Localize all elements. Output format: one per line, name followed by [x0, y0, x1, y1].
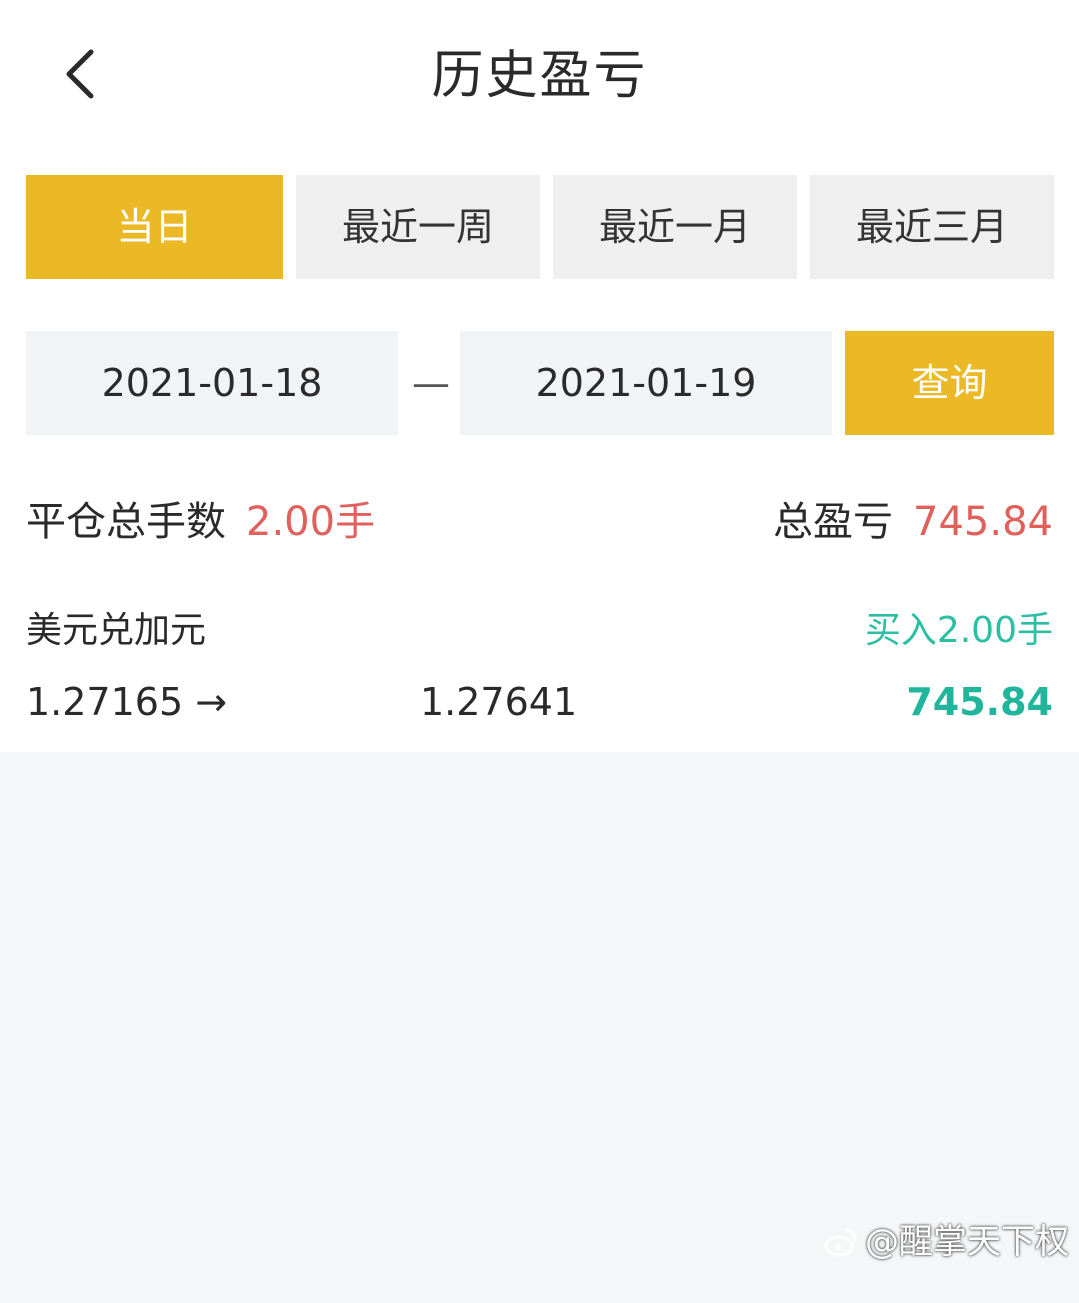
arrow-right-icon: →	[195, 680, 228, 724]
weibo-logo-icon	[824, 1228, 857, 1257]
top-panel: 历史盈亏 当日 最近一周 最近一月 最近三月 2021-01-18 — 2021…	[0, 0, 1079, 752]
page-title: 历史盈亏	[431, 46, 648, 106]
trade-symbol: 美元兑加元	[26, 610, 207, 651]
trade-pnl: 745.84	[906, 680, 1053, 724]
end-date-field[interactable]: 2021-01-19	[460, 331, 832, 435]
tab-last-week[interactable]: 最近一周	[296, 175, 540, 279]
trade-close-price: 1.27641	[420, 680, 578, 724]
tab-today[interactable]: 当日	[26, 175, 283, 279]
query-button[interactable]: 查询	[845, 331, 1054, 435]
tab-last-month[interactable]: 最近一月	[553, 175, 797, 279]
watermark-text: @醒掌天下权	[865, 1222, 1069, 1262]
trade-open-price: 1.27165 →	[26, 676, 227, 728]
closed-lots-summary: 平仓总手数 2.00手	[26, 494, 375, 550]
closed-lots-label: 平仓总手数	[26, 499, 226, 545]
total-pnl-value: 745.84	[913, 499, 1053, 545]
closed-lots-value: 2.00手	[246, 499, 376, 545]
date-range-separator: —	[412, 361, 450, 405]
total-pnl-summary: 总盈亏 745.84	[773, 494, 1053, 550]
watermark: @醒掌天下权	[823, 1218, 1069, 1266]
period-tabs: 当日 最近一周 最近一月 最近三月	[26, 175, 1055, 279]
open-price-value: 1.27165	[26, 680, 184, 724]
trade-side: 买入2.00手	[864, 610, 1053, 651]
total-pnl-label: 总盈亏	[773, 499, 894, 545]
tab-last-three-months[interactable]: 最近三月	[810, 175, 1054, 279]
start-date-field[interactable]: 2021-01-18	[26, 331, 398, 435]
